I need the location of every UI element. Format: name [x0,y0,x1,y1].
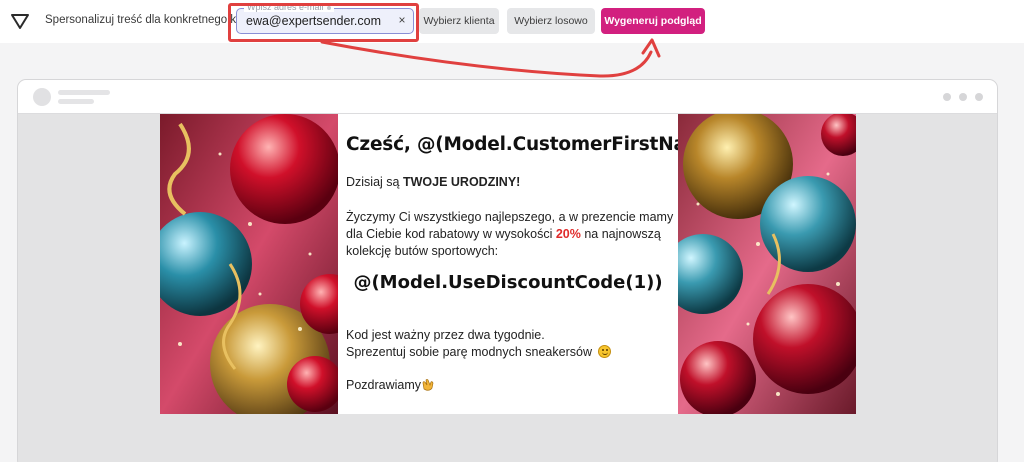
window-dot-icon [959,93,967,101]
subject-placeholder [58,99,94,104]
pick-random-button[interactable]: Wybierz losowo [507,8,595,34]
discount-percent: 20% [555,227,581,241]
email-greeting: Cześć, @(Model.CustomerFirstName) [346,134,726,155]
generate-preview-button[interactable]: Wygeneruj podgląd [601,8,705,34]
valid-line: Kod jest ważny przez dwa tygodnie. [346,328,545,342]
birthday-line: Dzisiaj są TWOJE URODZINY! [346,175,521,189]
email-content: Cześć, @(Model.CustomerFirstName) Dzisia… [338,114,726,414]
regards-line: Pozdrawiamy [346,378,434,392]
birthday-bold-text: TWOJE URODZINY! [402,175,521,189]
annotation-highlight-box [228,3,419,42]
window-dot-icon [975,93,983,101]
preview-window-header [18,80,997,114]
smile-emoji-icon [598,345,612,358]
pick-client-button[interactable]: Wybierz klienta [419,8,499,34]
email-preview: Cześć, @(Model.CustomerFirstName) Dzisia… [160,114,856,414]
window-dot-icon [943,93,951,101]
sender-placeholder [58,90,110,95]
balloons-image-left [160,114,338,414]
preview-window: Cześć, @(Model.CustomerFirstName) Dzisia… [17,79,998,462]
avatar-placeholder [33,88,51,106]
discount-code: @(Model.UseDiscountCode(1)) [353,272,663,293]
treat-line: Sprezentuj sobie parę modnych sneakersów [346,344,676,361]
clapping-hands-emoji-icon [422,379,434,391]
balloons-image-right [678,114,856,414]
window-controls [943,93,983,101]
toolbar: Spersonalizuj treść dla konkretnego klie… [0,0,1024,43]
app-logo-icon[interactable] [10,11,30,31]
validity-paragraph: Kod jest ważny przez dwa tygodnie. Sprez… [346,327,676,361]
wishes-paragraph: Życzymy Ci wszystkiego najlepszego, a w … [346,210,674,258]
